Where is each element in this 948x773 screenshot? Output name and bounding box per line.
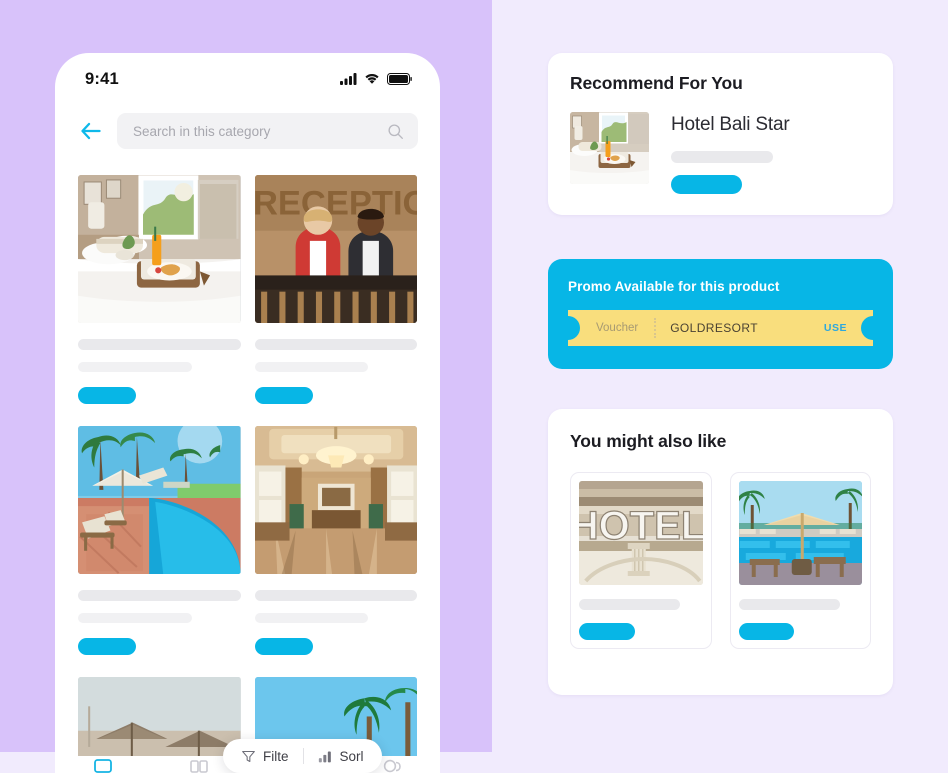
wifi-icon <box>365 73 379 84</box>
search-icon[interactable] <box>387 123 404 140</box>
also-like-skeleton-line <box>738 599 840 610</box>
tab-profile[interactable] <box>382 759 402 773</box>
recommend-info: Hotel Bali Star <box>671 112 871 194</box>
voucher-divider <box>654 318 657 338</box>
sort-label: Sorl <box>339 748 364 764</box>
listing-skeleton-subtitle <box>78 362 192 372</box>
ticket-notch-right <box>861 316 874 340</box>
listing-card[interactable] <box>78 175 241 404</box>
also-like-item[interactable] <box>729 472 871 649</box>
listing-skeleton-title <box>254 339 417 350</box>
tab-home[interactable] <box>93 759 113 773</box>
recommend-item-name: Hotel Bali Star <box>671 114 790 135</box>
recommend-image-hotel-room-breakfast-tray <box>570 112 649 184</box>
listing-image-poolside-loungers-palms <box>78 426 241 574</box>
voucher-code: GOLDRESORT <box>670 321 758 335</box>
listing-action-button[interactable] <box>254 387 313 404</box>
status-bar-icons <box>340 73 412 85</box>
phone-mockup: 9:41 Search in this category RECEPTIO Fi… <box>55 53 440 773</box>
listing-skeleton-title <box>78 339 241 350</box>
recommend-title: Recommend For You <box>570 73 743 93</box>
status-bar: 9:41 <box>55 53 440 105</box>
promo-title: Promo Available for this product <box>568 279 780 294</box>
listing-image-hotel-lobby-chandelier <box>254 426 417 574</box>
signal-icon <box>340 73 357 85</box>
listing-card[interactable]: RECEPTIO <box>254 175 418 404</box>
also-like-item[interactable]: HOTEL <box>570 472 712 649</box>
listing-skeleton-subtitle <box>254 613 369 623</box>
svg-text:RECEPTIO: RECEPTIO <box>255 184 418 222</box>
search-row <box>55 105 440 157</box>
also-like-action-button[interactable] <box>579 623 635 640</box>
also-like-image-pool-umbrella-loungers <box>738 481 862 585</box>
listing-card[interactable] <box>254 426 417 655</box>
voucher-ticket[interactable]: Voucher GOLDRESORT USE <box>567 310 874 346</box>
voucher-use-button[interactable]: USE <box>824 322 847 334</box>
listing-skeleton-title <box>78 590 241 601</box>
listing-scroll-area[interactable]: RECEPTIO <box>55 157 440 773</box>
also-like-title: You might also like <box>570 431 727 451</box>
listing-skeleton-subtitle <box>254 362 369 372</box>
back-arrow-icon[interactable] <box>79 119 103 143</box>
listing-action-button[interactable] <box>78 638 136 655</box>
filter-sort-divider <box>302 748 304 764</box>
listing-grid: RECEPTIO <box>78 175 417 773</box>
bar-chart-icon <box>318 751 331 762</box>
listing-skeleton-subtitle <box>78 613 192 623</box>
recommend-body: Hotel Bali Star <box>570 112 871 194</box>
filter-sort-bar: Filte Sorl <box>223 739 382 773</box>
voucher-label: Voucher <box>596 322 639 334</box>
battery-icon <box>387 73 412 85</box>
search-field[interactable] <box>117 113 418 149</box>
tab-explore[interactable] <box>189 759 209 773</box>
also-like-image-hotel-sign-facade: HOTEL <box>579 481 703 585</box>
recommend-card: Recommend For You Hotel Bali Star <box>548 53 893 215</box>
listing-action-button[interactable] <box>254 638 313 655</box>
also-like-skeleton-line <box>579 599 681 610</box>
also-like-action-button[interactable] <box>738 623 795 640</box>
sort-button[interactable]: Sorl <box>318 749 364 764</box>
ticket-notch-left <box>567 316 580 340</box>
listing-action-button[interactable] <box>78 387 136 404</box>
filter-label: Filte <box>263 748 289 764</box>
also-like-card: You might also like HOTEL <box>548 409 893 695</box>
listing-skeleton-title <box>254 590 417 601</box>
recommend-skeleton-line <box>671 151 773 163</box>
also-like-grid: HOTEL <box>570 472 871 649</box>
status-bar-time: 9:41 <box>85 69 119 88</box>
listing-image-hotel-room-breakfast-tray <box>78 175 241 323</box>
funnel-icon <box>242 750 255 762</box>
listing-card[interactable] <box>78 426 241 655</box>
filter-button[interactable]: Filte <box>241 749 289 764</box>
listing-image-reception-desk-staff: RECEPTIO <box>254 175 418 323</box>
search-input[interactable] <box>133 123 379 139</box>
promo-banner: Promo Available for this product Voucher… <box>548 259 893 369</box>
recommend-action-button[interactable] <box>671 175 742 194</box>
